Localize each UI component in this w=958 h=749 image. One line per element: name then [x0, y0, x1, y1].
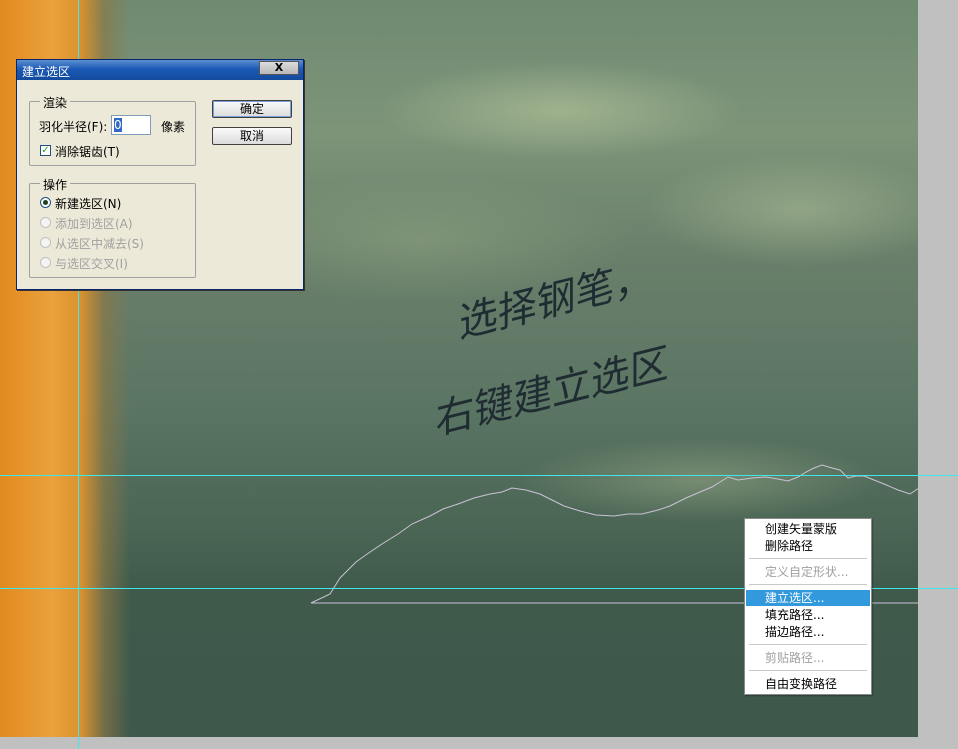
operation-group-legend: 操作 [40, 176, 71, 193]
menu-separator [749, 584, 867, 585]
antialias-label[interactable]: 消除锯齿(T) [55, 143, 120, 160]
render-group-legend: 渲染 [40, 94, 71, 111]
menu-separator [749, 558, 867, 559]
ok-button[interactable]: 确定 [212, 100, 292, 118]
antialias-checkbox[interactable]: ✓ [40, 145, 51, 156]
intersect-selection-radio[interactable] [40, 257, 51, 268]
menu-separator [749, 644, 867, 645]
close-button[interactable]: X [259, 61, 299, 75]
feather-label: 羽化半径(F): [39, 120, 108, 134]
dialog-title: 建立选区 [22, 65, 71, 79]
path-context-menu: 创建矢量蒙版 删除路径 定义自定形状... 建立选区... 填充路径... 描边… [744, 518, 872, 695]
menu-item-make-selection[interactable]: 建立选区... [746, 590, 870, 606]
close-icon: X [274, 61, 284, 74]
menu-item-delete-path[interactable]: 删除路径 [746, 538, 870, 554]
menu-item-define-custom-shape: 定义自定形状... [765, 565, 849, 579]
make-selection-dialog: 建立选区 X 渲染 羽化半径(F): 0 像素 ✓ 消除锯齿(T) 操作 新建选… [16, 59, 304, 290]
menu-item-create-vector-mask[interactable]: 创建矢量蒙版 [746, 521, 870, 537]
cancel-button[interactable]: 取消 [212, 127, 292, 145]
menu-item-clipping-path: 剪贴路径... [765, 651, 825, 665]
menu-separator [749, 670, 867, 671]
subtract-from-selection-label: 从选区中减去(S) [55, 237, 144, 251]
subtract-from-selection-radio[interactable] [40, 237, 51, 248]
feather-unit-label: 像素 [161, 120, 186, 134]
horizontal-guide-1[interactable] [0, 475, 958, 476]
feather-radius-input[interactable]: 0 [111, 115, 151, 135]
menu-item-free-transform-path[interactable]: 自由变换路径 [746, 676, 870, 692]
add-to-selection-radio[interactable] [40, 217, 51, 228]
dialog-titlebar[interactable]: 建立选区 X [17, 60, 303, 80]
add-to-selection-label: 添加到选区(A) [55, 217, 133, 231]
intersect-selection-label: 与选区交叉(I) [55, 257, 128, 271]
new-selection-label[interactable]: 新建选区(N) [55, 195, 121, 212]
menu-item-fill-path[interactable]: 填充路径... [746, 607, 870, 623]
menu-item-stroke-path[interactable]: 描边路径... [746, 624, 870, 640]
new-selection-radio[interactable] [40, 197, 51, 208]
